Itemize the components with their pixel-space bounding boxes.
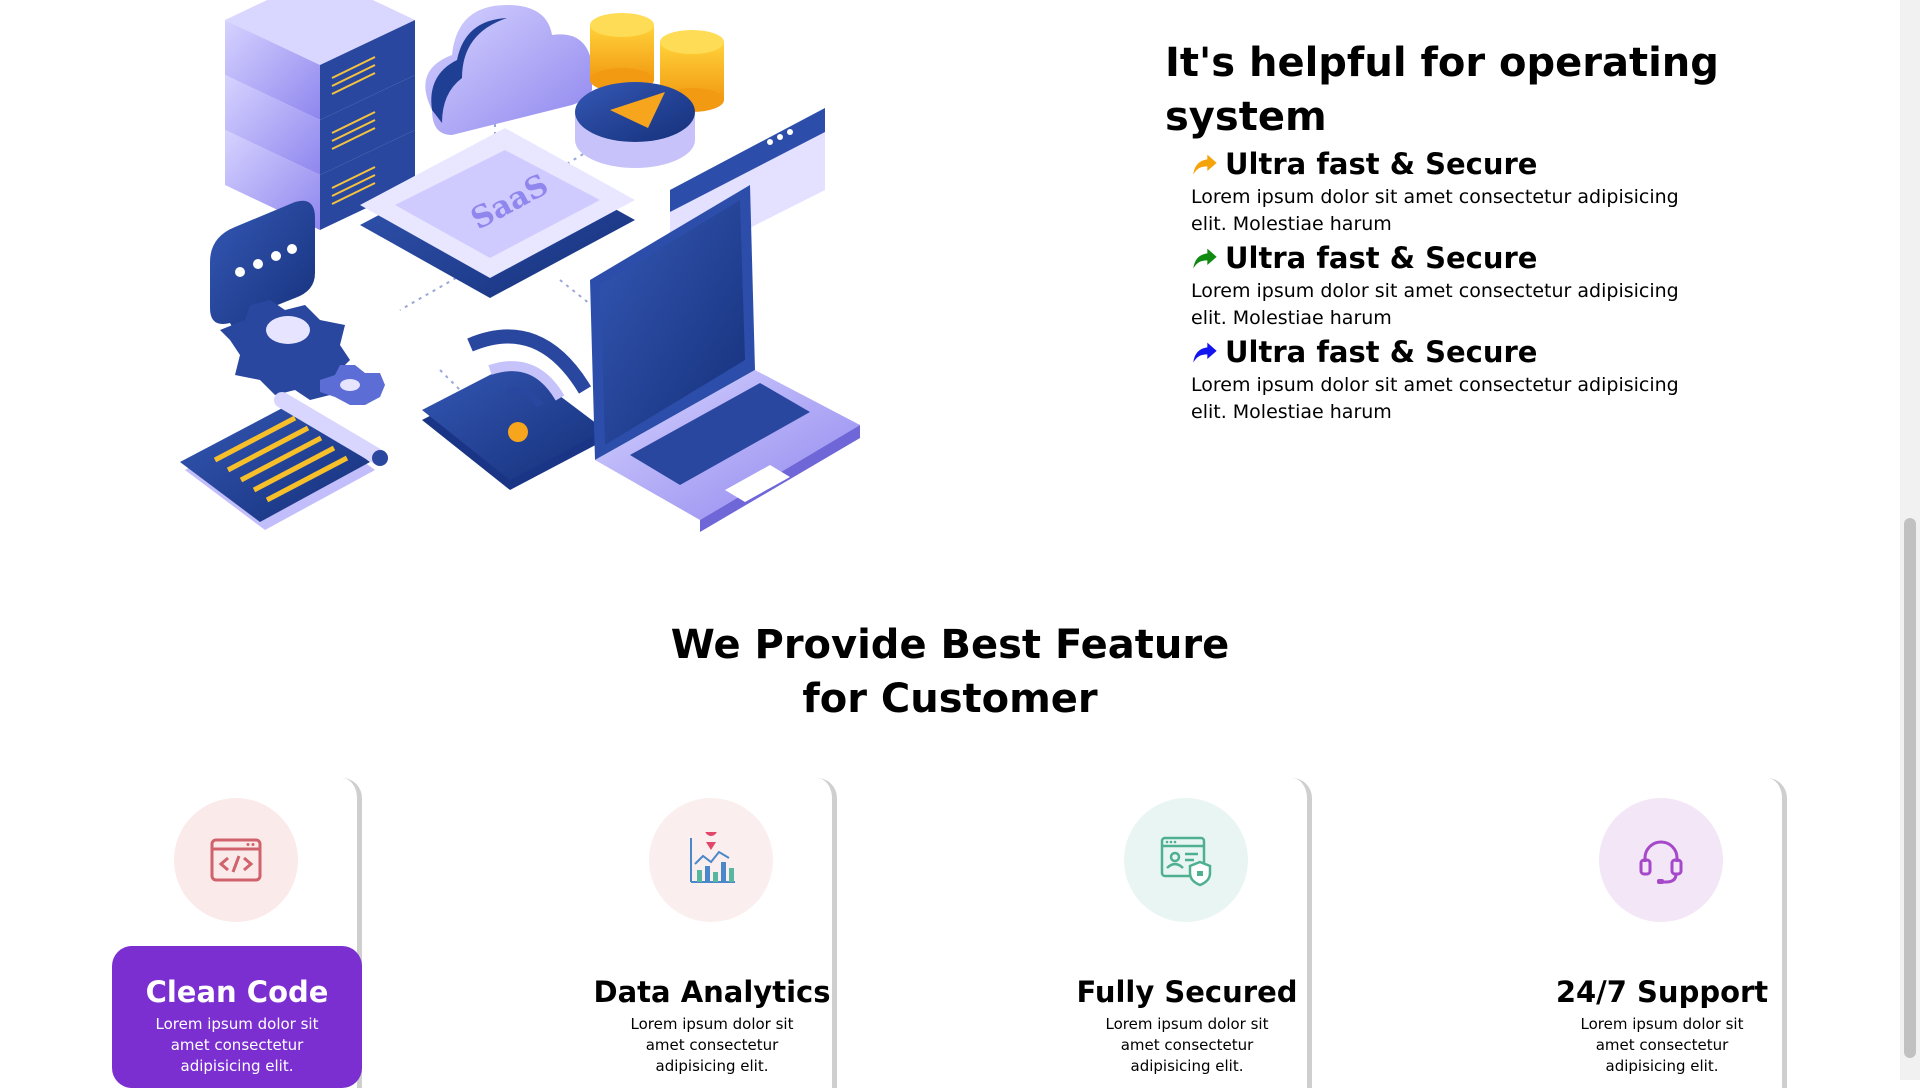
card-description: Lorem ipsum dolor sit amet consectetur a… <box>1580 1015 1744 1075</box>
card-panel: Clean Code Lorem ipsum dolor sit amet co… <box>112 946 362 1088</box>
headset-icon <box>1639 840 1683 884</box>
feature-card-clean-code[interactable]: Clean Code Lorem ipsum dolor sit amet co… <box>112 778 362 1088</box>
features-title-line2: for Customer <box>802 676 1098 722</box>
saas-illustration: SaaS <box>180 0 860 532</box>
phone-wifi-graphic <box>422 329 605 490</box>
vertical-scrollbar[interactable] <box>1900 0 1920 1080</box>
share-arrow-icon <box>1193 248 1217 269</box>
analytics-chart-icon <box>690 832 735 883</box>
card-title: Clean Code <box>145 975 329 1009</box>
laptop-graphic <box>590 185 860 532</box>
card-description: Lorem ipsum dolor sit amet consectetur a… <box>1105 1015 1269 1075</box>
feature-card-data-analytics[interactable]: Data Analytics Lorem ipsum dolor sit ame… <box>587 778 837 1088</box>
share-arrow-icon <box>1193 154 1217 175</box>
notepad-graphic <box>180 392 388 530</box>
card-title: 24/7 Support <box>1555 975 1769 1009</box>
card-description: Lorem ipsum dolor sit amet consectetur a… <box>630 1015 794 1075</box>
feature-item: Ultra fast & Secure Lorem ipsum dolor si… <box>1191 144 1725 238</box>
card-panel: 24/7 Support Lorem ipsum dolor sit amet … <box>1537 946 1787 1088</box>
feature-title: Ultra fast & Secure <box>1225 147 1538 181</box>
scrollbar-thumb[interactable] <box>1904 518 1916 1058</box>
icon-circle <box>1124 798 1248 922</box>
card-panel: Fully Secured Lorem ipsum dolor sit amet… <box>1062 946 1312 1088</box>
os-helpful-section: It's helpful for operating system Ultra … <box>1165 36 1725 426</box>
section-heading: It's helpful for operating system <box>1165 40 1719 140</box>
feature-description: Lorem ipsum dolor sit amet consectetur a… <box>1191 280 1679 329</box>
code-window-icon <box>210 838 262 882</box>
icon-circle <box>174 798 298 922</box>
feature-title: Ultra fast & Secure <box>1225 241 1538 275</box>
secure-profile-icon <box>1160 836 1212 887</box>
feature-description: Lorem ipsum dolor sit amet consectetur a… <box>1191 186 1679 235</box>
feature-item: Ultra fast & Secure Lorem ipsum dolor si… <box>1191 238 1725 332</box>
card-description: Lorem ipsum dolor sit amet consectetur a… <box>155 1015 319 1075</box>
feature-item: Ultra fast & Secure Lorem ipsum dolor si… <box>1191 332 1725 426</box>
share-arrow-icon <box>1193 342 1217 363</box>
features-section-title: We Provide Best Feature for Customer <box>0 618 1900 726</box>
card-title: Fully Secured <box>1076 975 1298 1009</box>
feature-card-fully-secured[interactable]: Fully Secured Lorem ipsum dolor sit amet… <box>1062 778 1312 1088</box>
cloud-graphic <box>425 5 592 135</box>
card-title: Data Analytics <box>593 975 831 1009</box>
feature-title: Ultra fast & Secure <box>1225 335 1538 369</box>
icon-circle <box>1599 798 1723 922</box>
features-title-line1: We Provide Best Feature <box>670 622 1230 668</box>
card-panel: Data Analytics Lorem ipsum dolor sit ame… <box>587 946 837 1088</box>
feature-card-support[interactable]: 24/7 Support Lorem ipsum dolor sit amet … <box>1537 778 1787 1088</box>
feature-description: Lorem ipsum dolor sit amet consectetur a… <box>1191 374 1679 423</box>
play-button-graphic <box>575 82 695 168</box>
icon-circle <box>649 798 773 922</box>
